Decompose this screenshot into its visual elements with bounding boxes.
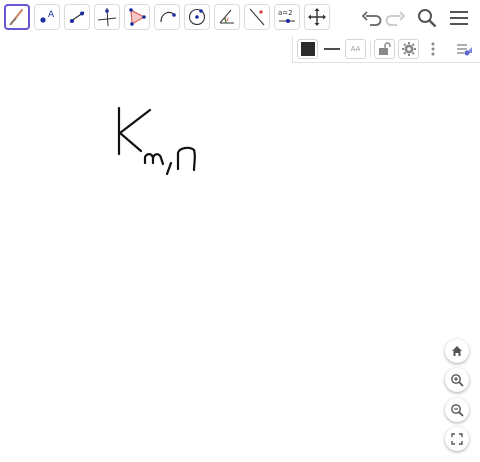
arc-icon <box>160 11 176 23</box>
reflect-tool-button[interactable] <box>244 4 270 30</box>
undo-icon <box>361 11 382 26</box>
zoom-out-icon <box>451 404 464 417</box>
circle-tool-button[interactable] <box>184 4 210 30</box>
ink-letter-n <box>176 146 196 172</box>
slider-tool-button[interactable]: a=2 <box>274 4 300 30</box>
circle-icon <box>188 8 206 26</box>
redo-icon <box>385 11 406 26</box>
pen-icon <box>9 8 24 26</box>
home-icon <box>452 346 462 356</box>
reflect-icon <box>249 8 265 26</box>
redo-button[interactable] <box>384 6 408 30</box>
arc-tool-button[interactable] <box>154 4 180 30</box>
search-button[interactable] <box>415 6 439 30</box>
main-menu-button[interactable] <box>447 6 471 30</box>
tool-bar: A α a=2 <box>0 0 480 36</box>
point-tool-button[interactable]: A <box>34 4 60 30</box>
angle-tool-button[interactable]: α <box>214 4 240 30</box>
angle-icon: α <box>219 9 234 24</box>
slider-icon: a=2 <box>278 9 295 23</box>
segment-tool-button[interactable] <box>64 4 90 30</box>
menu-icon <box>450 11 468 25</box>
segment-icon <box>69 11 85 23</box>
ink-letter-m <box>143 153 165 166</box>
ink-letter-k-arm <box>118 108 152 153</box>
zoom-out-button[interactable] <box>445 398 469 422</box>
move-graphics-tool-button[interactable] <box>304 4 330 30</box>
search-icon <box>418 9 437 28</box>
fullscreen-icon <box>451 433 463 445</box>
ink-comma <box>165 161 173 176</box>
slider-label: a=2 <box>278 9 293 17</box>
fullscreen-button[interactable] <box>445 427 469 451</box>
move-graphics-icon <box>308 8 326 26</box>
zoom-in-button[interactable] <box>445 368 469 392</box>
graphics-view[interactable]: K m,n <box>0 36 480 462</box>
point-label: A <box>48 10 55 20</box>
standard-view-button[interactable] <box>445 339 469 363</box>
ink-layer <box>117 106 196 176</box>
pen-tool-button[interactable] <box>4 4 30 30</box>
perpendicular-tool-button[interactable] <box>94 4 120 30</box>
polygon-icon <box>129 8 146 26</box>
zoom-in-icon <box>451 374 464 387</box>
geogebra-app: A α a=2 AA <box>0 0 480 462</box>
polygon-tool-button[interactable] <box>124 4 150 30</box>
undo-button[interactable] <box>359 6 383 30</box>
point-icon: A <box>40 10 55 23</box>
angle-label: α <box>225 16 229 23</box>
perpendicular-line-icon <box>97 7 117 27</box>
